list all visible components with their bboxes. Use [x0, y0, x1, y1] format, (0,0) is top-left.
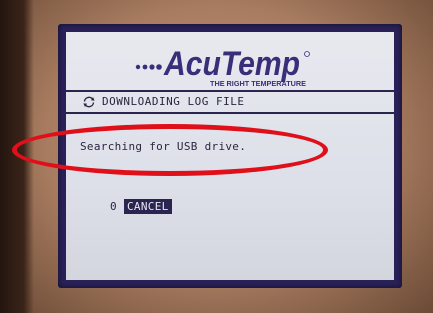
refresh-icon: [83, 96, 95, 108]
annotation-ellipse: [12, 124, 328, 176]
brand-wordmark: AcuTemp: [163, 45, 300, 83]
acutemp-logo: AcuTemp THE RIGHT TEMPERATURE: [135, 45, 310, 88]
cancel-button[interactable]: CANCEL: [124, 199, 172, 214]
brand-tagline: THE RIGHT TEMPERATURE: [210, 81, 306, 88]
status-title: DOWNLOADING LOG FILE: [102, 95, 245, 108]
cancel-key-number: 0: [110, 200, 117, 213]
status-bar: DOWNLOADING LOG FILE: [66, 90, 394, 114]
